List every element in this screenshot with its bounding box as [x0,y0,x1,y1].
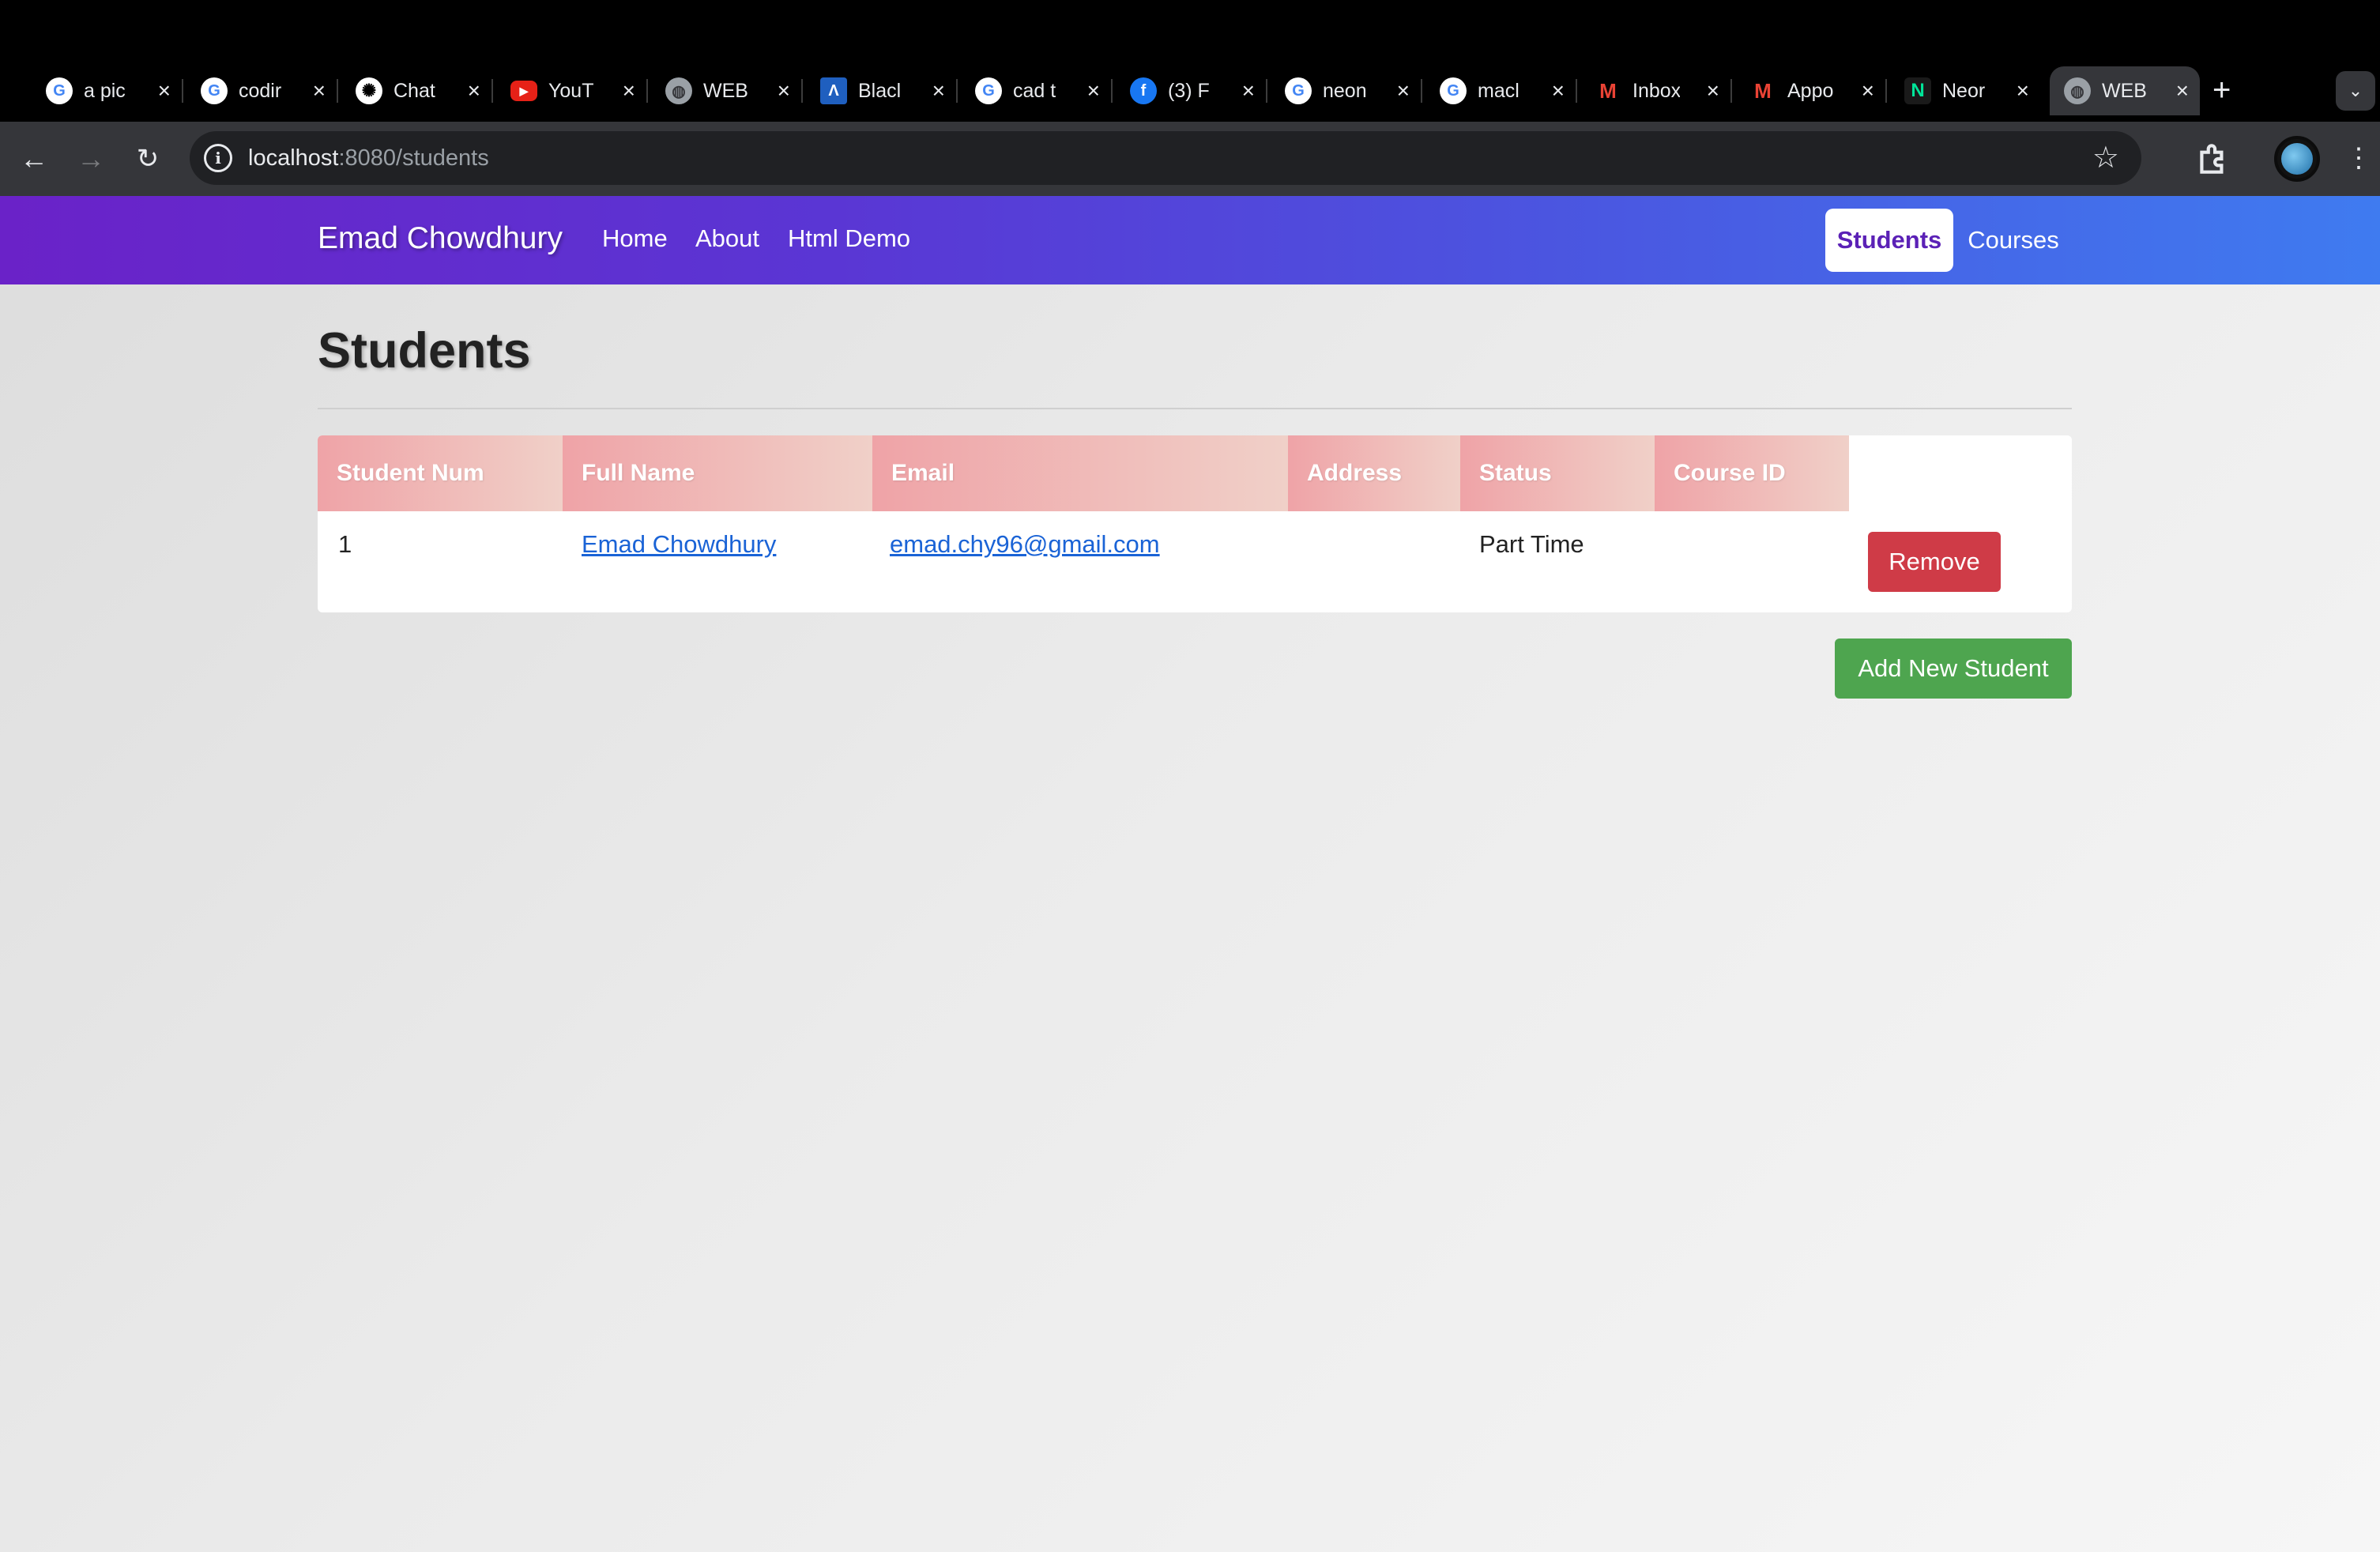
page-body: Emad Chowdhury Home About Html Demo Stud… [0,196,2380,1552]
close-tab-icon[interactable]: × [1397,77,1410,104]
google-icon: G [46,77,73,104]
bookmark-star-icon[interactable]: ☆ [2092,141,2119,175]
title-divider [318,408,2072,409]
reload-icon[interactable]: ↻ [128,139,168,179]
nav-students[interactable]: Students [1825,209,1953,272]
browser-tab[interactable]: G a pic × [32,66,183,115]
close-tab-icon[interactable]: × [1242,77,1255,104]
blackboard-icon: Λ [820,77,847,104]
youtube-icon: ▶ [510,81,537,101]
remove-button[interactable]: Remove [1868,532,2001,592]
browser-tab[interactable]: f (3) F × [1116,66,1267,115]
column-header-full-name: Full Name [563,435,872,511]
site-navbar: Emad Chowdhury Home About Html Demo Stud… [0,196,2380,284]
new-tab-icon[interactable]: + [2212,71,2231,109]
student-email-link[interactable]: emad.chy96@gmail.com [890,530,1160,559]
facebook-icon: f [1130,77,1157,104]
close-tab-icon[interactable]: × [1707,77,1719,104]
neon-icon: N [1904,77,1931,104]
browser-tab[interactable]: M Appo × [1735,66,1887,115]
nav-courses[interactable]: Courses [1960,209,2067,272]
column-header-address: Address [1288,435,1460,511]
tab-bar: G a pic × G codir × ✺ Chat × ▶ YouT × ◍ … [0,58,2380,122]
close-tab-icon[interactable]: × [2176,77,2189,104]
browser-tab[interactable]: ◍ WEB × [651,66,803,115]
tab-search-chevron-icon[interactable]: ⌄ [2336,71,2375,111]
close-tab-icon[interactable]: × [1862,77,1874,104]
site-info-icon[interactable]: i [204,144,232,172]
table-header: Student Num Full Name Email Address Stat… [318,435,2072,511]
browser-tab[interactable]: M Inbox × [1580,66,1732,115]
nav-home[interactable]: Home [602,224,668,253]
close-tab-icon[interactable]: × [468,77,480,104]
browser-tab[interactable]: G neon × [1271,66,1422,115]
browser-tab[interactable]: ✺ Chat × [341,66,493,115]
browser-tab-active[interactable]: ◍ WEB × [2050,66,2200,115]
profile-avatar[interactable] [2274,136,2320,182]
students-table: Student Num Full Name Email Address Stat… [318,435,2072,612]
close-tab-icon[interactable]: × [2017,77,2029,104]
globe-icon: ◍ [665,77,692,104]
page-title: Students [318,323,531,379]
column-header-email: Email [872,435,1288,511]
close-tab-icon[interactable]: × [932,77,945,104]
column-header-status: Status [1460,435,1655,511]
cell-student-num: 1 [338,530,352,558]
close-tab-icon[interactable]: × [1087,77,1100,104]
chatgpt-icon: ✺ [356,77,382,104]
close-tab-icon[interactable]: × [623,77,635,104]
window-top-strip [0,0,2380,58]
address-bar[interactable]: i localhost:8080/students ☆ [190,131,2141,185]
gmail-icon: M [1754,78,1772,103]
close-tab-icon[interactable]: × [313,77,326,104]
url-text[interactable]: localhost:8080/students [248,145,489,171]
browser-toolbar: ← → ↻ i localhost:8080/students ☆ ⋮ [0,122,2380,196]
column-header-student-num: Student Num [318,435,563,511]
column-header-course-id: Course ID [1655,435,1849,511]
close-tab-icon[interactable]: × [1552,77,1565,104]
globe-icon: ◍ [2064,77,2091,104]
browser-tab[interactable]: ▶ YouT × [496,66,648,115]
close-tab-icon[interactable]: × [158,77,171,104]
google-icon: G [1440,77,1467,104]
google-icon: G [1285,77,1312,104]
browser-tab[interactable]: G cad t × [961,66,1113,115]
google-icon: G [975,77,1002,104]
back-icon[interactable]: ← [14,139,54,179]
google-icon: G [201,77,228,104]
nav-html-demo[interactable]: Html Demo [788,224,910,253]
forward-icon[interactable]: → [71,139,111,179]
student-name-link[interactable]: Emad Chowdhury [582,530,776,559]
browser-tab[interactable]: G codir × [186,66,338,115]
browser-tab[interactable]: N Neor × [1890,66,2040,115]
column-header-actions [1849,435,2072,511]
extensions-puzzle-icon[interactable] [2194,139,2233,179]
browser-menu-icon[interactable]: ⋮ [2345,142,2372,174]
add-new-student-button[interactable]: Add New Student [1835,639,2072,699]
gmail-icon: M [1599,78,1617,103]
nav-about[interactable]: About [695,224,759,253]
close-tab-icon[interactable]: × [778,77,790,104]
browser-tab[interactable]: Λ Blacl × [806,66,958,115]
cell-status: Part Time [1479,530,1584,558]
browser-tab[interactable]: G macl × [1425,66,1577,115]
brand-link[interactable]: Emad Chowdhury [318,221,563,256]
